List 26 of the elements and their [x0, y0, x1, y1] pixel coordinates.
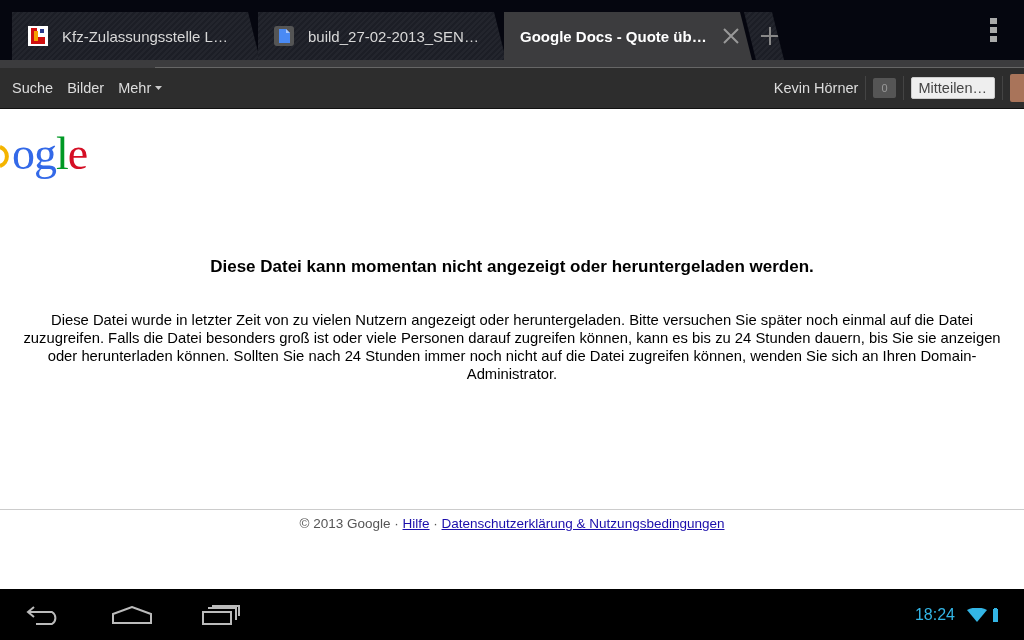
nav-link[interactable]: Suche: [12, 80, 54, 96]
new-tab-button[interactable]: [744, 12, 784, 60]
user-name-link[interactable]: Kevin Hörner: [773, 80, 859, 96]
recent-apps-icon[interactable]: [202, 604, 240, 625]
plus-icon: [759, 25, 781, 47]
footer-text: © 2013 Google · Hilfe · Datenschutzerklärung & Nutzungsbedingungen: [298, 515, 726, 533]
browser-tab[interactable]: build_27-02-2013_SEN…: [258, 12, 506, 60]
close-icon[interactable]: [720, 26, 741, 46]
error-message: Diese Datei wurde in letzter Zeit von zu vielen Nutzern angezeigt oder heruntergeladen. Bitte versuchen Sie später noch einmal auf die Datei zuzugreifen. Falls die Datei besonders groß ist oder viele Personen darauf zugreifen können, kann es bis zu 24 Stunden dauern, bis Sie sie anzeigen oder herunterladen können. Sollten Sie nach 24 Stunden immer noch nicht auf die Datei zugreifen können, wenden Sie sich an Ihren Domain-Administrator.: [22, 311, 1002, 383]
nav-link[interactable]: Bilder: [67, 80, 105, 96]
clock-time: 18:24: [914, 605, 955, 624]
site-favicon-icon: [28, 26, 48, 46]
logo-letter-fragment-icon: [0, 145, 12, 168]
share-button[interactable]: Mitteilen…: [910, 77, 995, 99]
footer-link[interactable]: Hilfe: [402, 516, 430, 531]
wifi-icon: [967, 607, 987, 622]
battery-icon: [993, 607, 998, 622]
document-icon: [274, 26, 294, 46]
logo-text: ogle: [12, 131, 88, 177]
menu-icon[interactable]: [990, 18, 998, 42]
home-icon[interactable]: [112, 605, 152, 624]
error-heading: Diese Datei kann momentan nicht angezeigt oder heruntergeladen werden.: [209, 257, 815, 277]
footer-link[interactable]: Datenschutzerklärung & Nutzungsbedingungen: [441, 516, 725, 531]
browser-tab[interactable]: Kfz-Zulassungsstelle L…: [12, 12, 260, 60]
nav-link[interactable]: Mehr: [118, 80, 163, 96]
browser-tab[interactable]: Google Docs - Quote üb…: [504, 12, 752, 60]
